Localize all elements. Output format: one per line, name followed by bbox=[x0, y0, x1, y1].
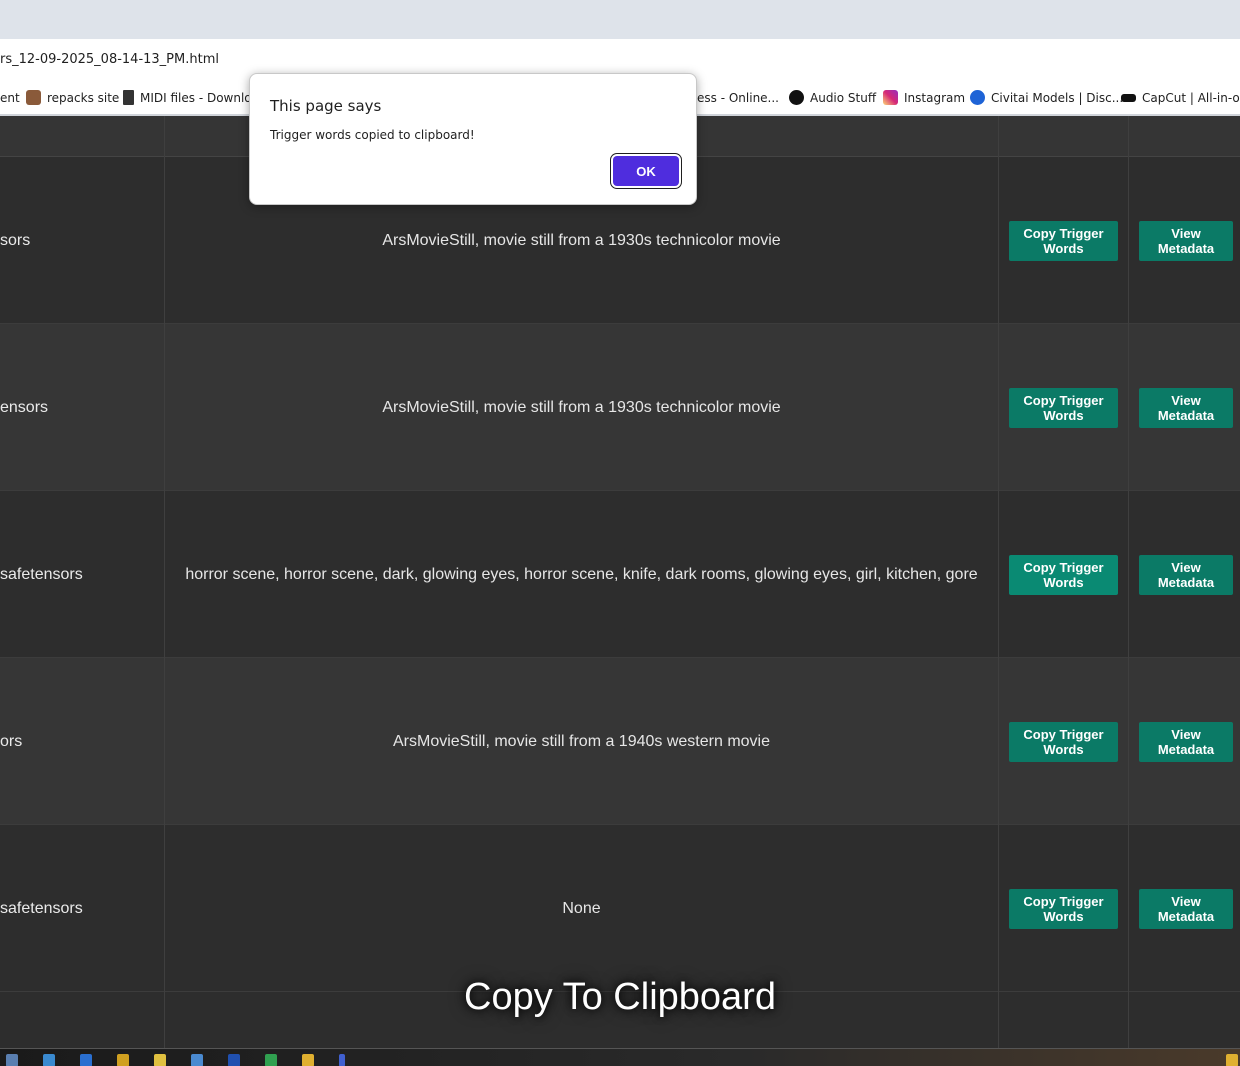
app-icon[interactable] bbox=[339, 1054, 345, 1066]
table-row: ensors ArsMovieStill, movie still from a… bbox=[0, 324, 1240, 491]
bookmark-item[interactable]: repacks site bbox=[26, 79, 119, 114]
lora-table: sors ArsMovieStill, movie still from a 1… bbox=[0, 116, 1240, 1048]
bookmark-item[interactable]: ess - Online... bbox=[697, 79, 779, 114]
audio-icon bbox=[789, 90, 804, 105]
notepad-icon[interactable] bbox=[154, 1054, 166, 1066]
file-name-cell: safetensors bbox=[0, 565, 83, 583]
column-divider bbox=[164, 116, 165, 1048]
trigger-words-cell: horror scene, horror scene, dark, glowin… bbox=[185, 565, 978, 583]
dialog-title: This page says bbox=[270, 97, 382, 115]
copy-trigger-words-button[interactable]: Copy Trigger Words bbox=[1009, 722, 1118, 762]
start-icon[interactable] bbox=[6, 1054, 18, 1066]
bookmark-item[interactable]: Instagram bbox=[883, 79, 965, 114]
avatar-icon bbox=[26, 90, 41, 105]
copy-trigger-words-button[interactable]: Copy Trigger Words bbox=[1009, 889, 1118, 929]
column-divider bbox=[998, 116, 999, 1048]
civitai-icon bbox=[970, 90, 985, 105]
view-metadata-button[interactable]: View Metadata bbox=[1139, 388, 1233, 428]
tray-icon[interactable] bbox=[1226, 1054, 1238, 1066]
app-icon[interactable] bbox=[43, 1054, 55, 1066]
table-row: safetensors horror scene, horror scene, … bbox=[0, 491, 1240, 658]
browser-icon[interactable] bbox=[265, 1054, 277, 1066]
column-divider bbox=[1128, 116, 1129, 1048]
bookmark-item[interactable]: CapCut | All-in-one bbox=[1121, 79, 1240, 114]
file-name-cell: safetensors bbox=[0, 899, 83, 917]
bookmark-item[interactable]: Audio Stuff bbox=[789, 79, 876, 114]
copy-toast: Copy To Clipboard bbox=[464, 976, 776, 1018]
alert-dialog: This page says Trigger words copied to c… bbox=[249, 73, 697, 205]
app-icon[interactable] bbox=[80, 1054, 92, 1066]
view-metadata-button[interactable]: View Metadata bbox=[1139, 889, 1233, 929]
instagram-icon bbox=[883, 90, 898, 105]
copy-trigger-words-button[interactable]: Copy Trigger Words bbox=[1009, 221, 1118, 261]
taskbar bbox=[0, 1048, 1240, 1066]
save-icon[interactable] bbox=[228, 1054, 240, 1066]
bookmark-item[interactable]: MIDI files - Downlo... bbox=[123, 79, 263, 114]
bookmark-item[interactable]: ent bbox=[0, 79, 20, 114]
file-name-cell: sors bbox=[0, 231, 31, 249]
view-metadata-button[interactable]: View Metadata bbox=[1139, 555, 1233, 595]
table-row: safetensors None Copy Trigger Words View M… bbox=[0, 825, 1240, 992]
bookmark-item[interactable]: Civitai Models | Disc... bbox=[970, 79, 1123, 114]
browser-tab-strip bbox=[0, 0, 1240, 39]
page-icon bbox=[123, 90, 134, 105]
copy-trigger-words-button[interactable]: Copy Trigger Words bbox=[1009, 388, 1118, 428]
dialog-message: Trigger words copied to clipboard! bbox=[270, 128, 475, 142]
file-name-cell: ensors bbox=[0, 398, 49, 416]
trigger-words-cell: None bbox=[562, 899, 601, 917]
address-text[interactable]: rs_12-09-2025_08-14-13_PM.html bbox=[0, 52, 219, 67]
media-icon[interactable] bbox=[302, 1054, 314, 1066]
view-metadata-button[interactable]: View Metadata bbox=[1139, 221, 1233, 261]
capcut-icon bbox=[1121, 93, 1136, 102]
copy-trigger-words-button[interactable]: Copy Trigger Words bbox=[1009, 555, 1118, 595]
file-name-cell: ors bbox=[0, 732, 23, 750]
ok-button[interactable]: OK bbox=[613, 156, 679, 186]
view-metadata-button[interactable]: View Metadata bbox=[1139, 722, 1233, 762]
app-icon[interactable] bbox=[191, 1054, 203, 1066]
trigger-words-cell: ArsMovieStill, movie still from a 1940s … bbox=[392, 732, 770, 750]
table-row: ors ArsMovieStill, movie still from a 19… bbox=[0, 658, 1240, 825]
app-icon[interactable] bbox=[117, 1054, 129, 1066]
trigger-words-cell: ArsMovieStill, movie still from a 1930s … bbox=[382, 398, 781, 416]
